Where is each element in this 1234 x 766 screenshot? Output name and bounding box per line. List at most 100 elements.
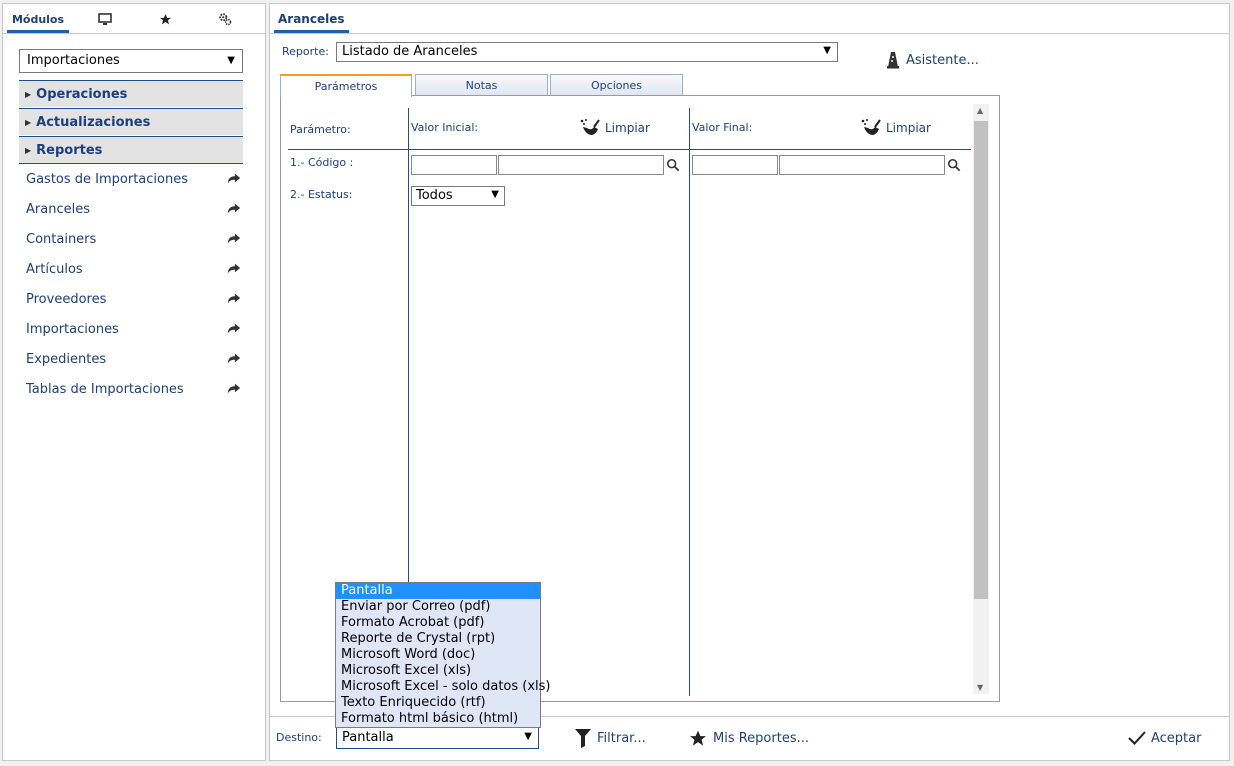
- reporte-select[interactable]: Listado de Aranceles ▼: [336, 42, 838, 62]
- nav-item-label: Artículos: [26, 261, 83, 277]
- vertical-scrollbar[interactable]: ▲ ▼: [973, 104, 989, 694]
- share-arrow-icon: [227, 233, 241, 244]
- broom-icon: [580, 119, 600, 135]
- destino-select[interactable]: Pantalla ▼: [336, 727, 539, 749]
- nav-item-tablas-de-importaciones[interactable]: Tablas de Importaciones: [26, 379, 243, 399]
- share-arrow-icon: [227, 383, 241, 394]
- header-divider: [288, 149, 971, 150]
- codigo-final-desc-input[interactable]: [779, 155, 945, 175]
- nav-item-label: Expedientes: [26, 351, 107, 367]
- col-valor-inicial-header: Valor Inicial:: [411, 121, 479, 134]
- estatus-select[interactable]: Todos ▼: [411, 186, 505, 206]
- tab-favorites[interactable]: [133, 4, 197, 34]
- param-codigo-label: 1.- Código :: [290, 156, 354, 169]
- chevron-down-icon: ▼: [227, 55, 235, 66]
- limpiar-final-button[interactable]: Limpiar: [860, 118, 931, 138]
- wizard-hat-icon: [887, 52, 899, 69]
- share-arrow-icon: [227, 323, 241, 334]
- limpiar-label: Limpiar: [886, 121, 931, 135]
- tab-modulos[interactable]: Módulos: [3, 4, 73, 34]
- scrollbar-thumb[interactable]: [974, 121, 988, 599]
- nav-item-label: Tablas de Importaciones: [26, 381, 184, 397]
- share-arrow-icon: [227, 173, 241, 184]
- mis-reportes-label: Mis Reportes...: [713, 730, 809, 746]
- report-tab-bar: Aranceles: [270, 4, 1229, 34]
- star-icon: [690, 730, 706, 746]
- mis-reportes-button[interactable]: Mis Reportes...: [688, 727, 809, 749]
- tab-aranceles[interactable]: Aranceles: [274, 4, 349, 34]
- share-arrow-icon: [227, 293, 241, 304]
- search-icon[interactable]: [947, 158, 961, 172]
- section-actualizaciones[interactable]: ▶ Actualizaciones: [19, 108, 243, 135]
- column-divider: [689, 108, 690, 696]
- destino-option[interactable]: Microsoft Excel (xls): [336, 663, 540, 679]
- limpiar-inicial-button[interactable]: Limpiar: [579, 118, 650, 138]
- destino-label: Destino:: [276, 731, 322, 744]
- section-label: Actualizaciones: [36, 114, 151, 130]
- gear-icon: [219, 13, 232, 26]
- divider: [19, 163, 243, 164]
- tab-notas[interactable]: Notas: [415, 74, 548, 96]
- module-select-value: Importaciones: [27, 53, 120, 68]
- tab-settings[interactable]: [193, 4, 257, 34]
- destino-select-value: Pantalla: [342, 730, 394, 745]
- tab-opciones[interactable]: Opciones: [550, 74, 683, 96]
- destino-option[interactable]: Pantalla: [336, 583, 540, 599]
- destino-option[interactable]: Formato html básico (html): [336, 711, 540, 727]
- tab-monitor[interactable]: [73, 4, 137, 34]
- left-tab-bar: Módulos: [3, 4, 265, 34]
- aceptar-label: Aceptar: [1151, 730, 1202, 746]
- nav-item-gastos-de-importaciones[interactable]: Gastos de Importaciones: [26, 169, 243, 189]
- section-reportes[interactable]: ▶ Reportes: [19, 136, 243, 163]
- section-label: Reportes: [36, 142, 103, 158]
- asistente-button[interactable]: Asistente...: [886, 49, 979, 71]
- param-estatus-label: 2.- Estatus:: [290, 188, 353, 201]
- nav-item-importaciones[interactable]: Importaciones: [26, 319, 243, 339]
- triangle-right-icon: ▶: [25, 89, 32, 99]
- codigo-inicial-desc-input[interactable]: [498, 155, 664, 175]
- nav-item-label: Importaciones: [26, 321, 119, 337]
- nav-item-expedientes[interactable]: Expedientes: [26, 349, 243, 369]
- col-valor-final-header: Valor Final:: [692, 121, 753, 134]
- share-arrow-icon: [227, 353, 241, 364]
- module-select[interactable]: Importaciones ▼: [19, 49, 243, 73]
- section-operaciones[interactable]: ▶ Operaciones: [19, 80, 243, 107]
- limpiar-label: Limpiar: [605, 121, 650, 135]
- aceptar-button[interactable]: Aceptar: [1128, 727, 1201, 749]
- nav-item-label: Aranceles: [26, 201, 90, 217]
- nav-item-proveedores[interactable]: Proveedores: [26, 289, 243, 309]
- scroll-down-icon[interactable]: ▼: [977, 683, 983, 692]
- nav-item-label: Gastos de Importaciones: [26, 171, 188, 187]
- share-arrow-icon: [227, 263, 241, 274]
- codigo-inicial-input[interactable]: [411, 155, 497, 175]
- triangle-right-icon: ▶: [25, 145, 32, 155]
- destino-option[interactable]: Formato Acrobat (pdf): [336, 615, 540, 631]
- chevron-down-icon: ▼: [524, 731, 532, 742]
- estatus-select-value: Todos: [416, 188, 453, 203]
- nav-item-articulos[interactable]: Artículos: [26, 259, 243, 279]
- reporte-label: Reporte:: [282, 45, 329, 58]
- destino-option[interactable]: Texto Enriquecido (rtf): [336, 695, 540, 711]
- destino-option[interactable]: Microsoft Excel - solo datos (xls): [336, 679, 551, 695]
- modules-panel: Módulos Importaciones ▼ ▶ Operaciones ▶ …: [2, 3, 266, 761]
- chevron-down-icon: ▼: [823, 45, 831, 56]
- destino-option[interactable]: Enviar por Correo (pdf): [336, 599, 540, 615]
- asistente-label: Asistente...: [906, 52, 979, 68]
- filtrar-button[interactable]: Filtrar...: [574, 727, 646, 749]
- codigo-final-input[interactable]: [692, 155, 778, 175]
- filtrar-label: Filtrar...: [597, 730, 646, 746]
- reporte-select-value: Listado de Aranceles: [342, 44, 478, 59]
- scroll-up-icon[interactable]: ▲: [977, 106, 983, 115]
- star-icon: [159, 13, 171, 24]
- nav-item-label: Containers: [26, 231, 97, 247]
- tab-parametros[interactable]: Parámetros: [280, 74, 412, 97]
- nav-item-containers[interactable]: Containers: [26, 229, 243, 249]
- nav-item-aranceles[interactable]: Aranceles: [26, 199, 243, 219]
- destino-option[interactable]: Reporte de Crystal (rpt): [336, 631, 540, 647]
- share-arrow-icon: [227, 203, 241, 214]
- filter-icon: [575, 729, 591, 748]
- destino-option[interactable]: Microsoft Word (doc): [336, 647, 540, 663]
- search-icon[interactable]: [666, 158, 680, 172]
- nav-item-label: Proveedores: [26, 291, 107, 307]
- section-label: Operaciones: [36, 86, 128, 102]
